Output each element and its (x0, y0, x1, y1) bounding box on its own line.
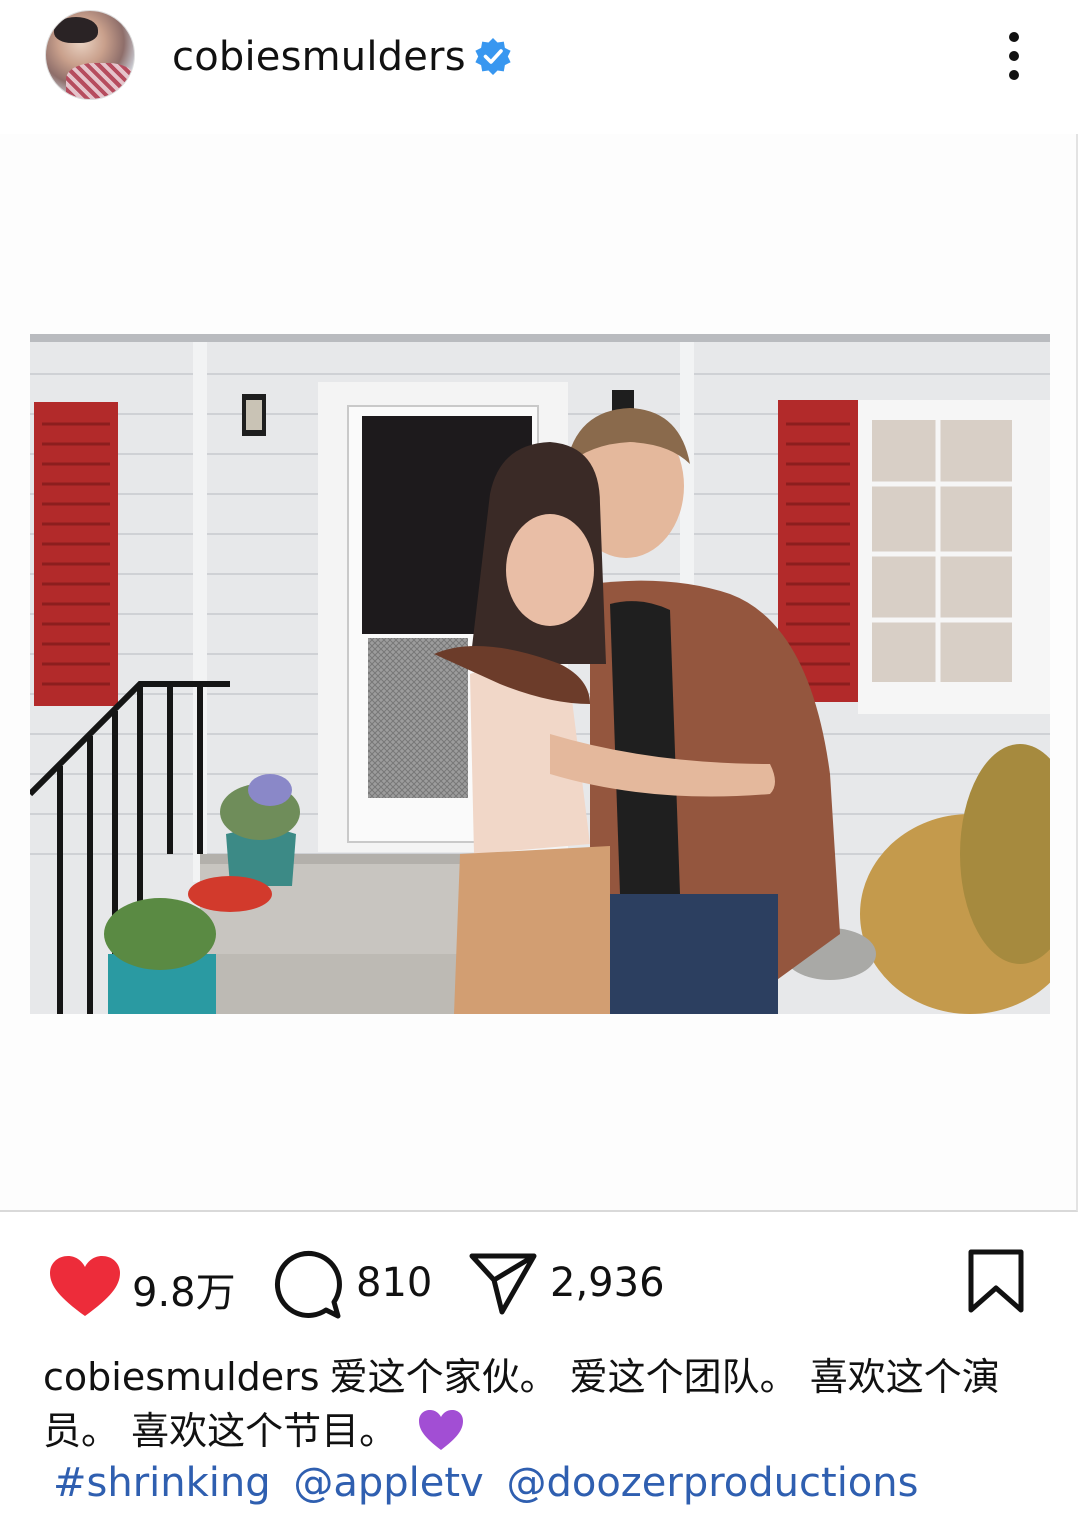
bookmark-icon[interactable] (966, 1248, 1026, 1314)
share-count: 2,936 (550, 1260, 665, 1306)
more-dot (1009, 32, 1019, 42)
mention-link[interactable]: @appletv (293, 1460, 483, 1506)
comment-icon (274, 1250, 342, 1319)
comment-count: 810 (356, 1260, 433, 1306)
more-options-button[interactable] (996, 28, 1032, 84)
post-header: cobiesmulders (0, 0, 1080, 112)
caption-tags: #shrinking @appletv @doozerproductions (53, 1460, 928, 1506)
more-dot (1009, 51, 1019, 61)
action-bar: 9.8万 810 2,936 (0, 1236, 1080, 1336)
purple-heart-emoji-icon (419, 1410, 464, 1450)
avatar[interactable] (45, 10, 135, 100)
more-dot (1009, 70, 1019, 80)
like-count: 9.8万 (132, 1270, 236, 1316)
share-icon (469, 1253, 537, 1315)
share-button[interactable]: 2,936 (466, 1236, 676, 1336)
post-photo[interactable] (30, 334, 1050, 1014)
post-username[interactable]: cobiesmulders (172, 34, 466, 80)
heart-icon (50, 1256, 120, 1316)
post-image-area[interactable] (0, 134, 1078, 1212)
hashtag-link[interactable]: #shrinking (53, 1460, 271, 1506)
verified-badge-icon (475, 38, 511, 75)
mention-link[interactable]: @doozerproductions (506, 1460, 918, 1506)
caption-username[interactable]: cobiesmulders (43, 1355, 320, 1399)
avatar-hair (54, 17, 98, 43)
post-caption: cobiesmulders 爱这个家伙。 爱这个团队。 喜欢这个演员。 喜欢这个节… (43, 1350, 1043, 1458)
comment-button[interactable]: 810 (272, 1236, 442, 1336)
avatar-shirt (66, 63, 134, 99)
like-button[interactable]: 9.8万 (46, 1236, 246, 1336)
